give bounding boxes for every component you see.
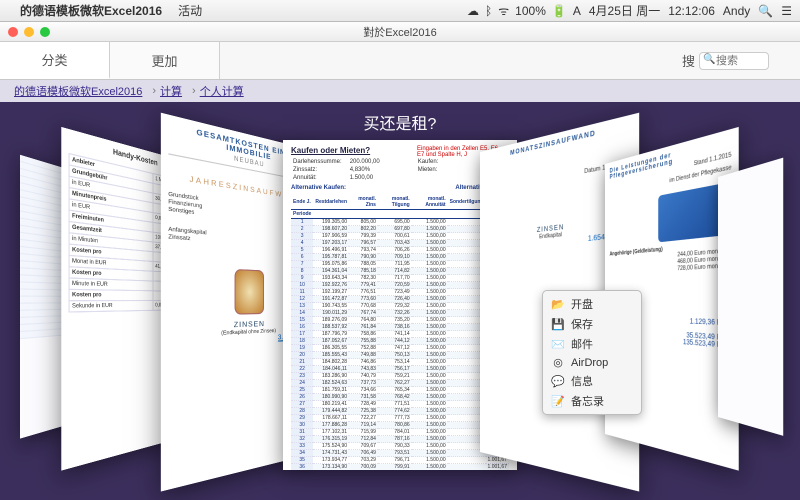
crumb-personal[interactable]: 个人计算 bbox=[200, 83, 244, 99]
loan-meta: Darlehenssumme:200.000,00Kaufen: Zinssat… bbox=[291, 157, 446, 183]
template-card-far-right[interactable] bbox=[718, 158, 783, 436]
search-area: 搜 🔍 bbox=[682, 48, 792, 73]
crumb-calc[interactable]: 计算 bbox=[160, 83, 182, 99]
chevron-right-icon: › bbox=[192, 85, 196, 97]
battery-icon[interactable]: 🔋 bbox=[552, 4, 567, 18]
close-icon[interactable] bbox=[8, 27, 18, 37]
mac-menubar: 的德语模板微软Excel2016 活动 ☁ ᛒ ᯤ 100% 🔋 A 4月25日… bbox=[0, 0, 800, 22]
input-source-icon[interactable]: A bbox=[573, 4, 581, 18]
spotlight-icon[interactable]: 🔍 bbox=[758, 4, 773, 18]
menu-mail[interactable]: ✉️邮件 bbox=[543, 334, 641, 354]
wifi-icon[interactable]: ᯤ bbox=[498, 2, 509, 19]
crumb-root[interactable]: 的德语模板微软Excel2016 bbox=[14, 83, 142, 99]
chevron-right-icon: › bbox=[152, 85, 156, 97]
menu-notes[interactable]: 📝备忘录 bbox=[543, 391, 641, 411]
jar-icon bbox=[235, 269, 264, 315]
menubar-date[interactable]: 4月25日 周一 bbox=[589, 2, 660, 19]
window-title: 對於Excel2016 bbox=[363, 24, 436, 40]
tab-more[interactable]: 更加 bbox=[110, 42, 220, 79]
menubar-time[interactable]: 12:12:06 bbox=[668, 4, 715, 18]
cloud-icon[interactable]: ☁ bbox=[467, 4, 479, 18]
menu-activity[interactable]: 活动 bbox=[178, 2, 202, 19]
template-carousel: 买还是租? Handy-Kosten Anbieter1 Monat Grund… bbox=[0, 102, 800, 500]
battery-percent: 100% bbox=[515, 4, 546, 18]
notes-icon: 📝 bbox=[551, 395, 565, 408]
menu-airdrop[interactable]: ◎AirDrop bbox=[543, 354, 641, 371]
menu-messages[interactable]: 💬信息 bbox=[543, 371, 641, 391]
mail-icon: ✉️ bbox=[551, 338, 565, 351]
breadcrumb: 的德语模板微软Excel2016 › 计算 › 个人计算 bbox=[0, 80, 800, 102]
notification-center-icon[interactable]: ☰ bbox=[781, 4, 792, 18]
save-icon: 💾 bbox=[551, 318, 565, 331]
window-titlebar: 對於Excel2016 bbox=[0, 22, 800, 42]
amortization-table: Ende J. Restdarlehen monatl. Zins monatl… bbox=[291, 195, 509, 470]
search-label: 搜 bbox=[682, 51, 695, 70]
toolbar: 分类 更加 搜 🔍 bbox=[0, 42, 800, 80]
minimize-icon[interactable] bbox=[24, 27, 34, 37]
tab-category[interactable]: 分类 bbox=[0, 42, 110, 79]
airdrop-icon: ◎ bbox=[551, 356, 565, 369]
app-name[interactable]: 的德语模板微软Excel2016 bbox=[20, 2, 162, 19]
folder-open-icon: 📂 bbox=[551, 298, 565, 311]
messages-icon: 💬 bbox=[551, 375, 565, 388]
menu-save[interactable]: 💾保存 bbox=[543, 314, 641, 334]
share-context-menu: 📂开盘 💾保存 ✉️邮件 ◎AirDrop 💬信息 📝备忘录 bbox=[542, 290, 642, 415]
search-icon: 🔍 bbox=[703, 54, 715, 65]
carousel-title: 买还是租? bbox=[0, 110, 800, 134]
bluetooth-icon[interactable]: ᛒ bbox=[485, 4, 492, 18]
fullscreen-icon[interactable] bbox=[40, 27, 50, 37]
menubar-user[interactable]: Andy bbox=[723, 4, 750, 18]
menu-open[interactable]: 📂开盘 bbox=[543, 294, 641, 314]
